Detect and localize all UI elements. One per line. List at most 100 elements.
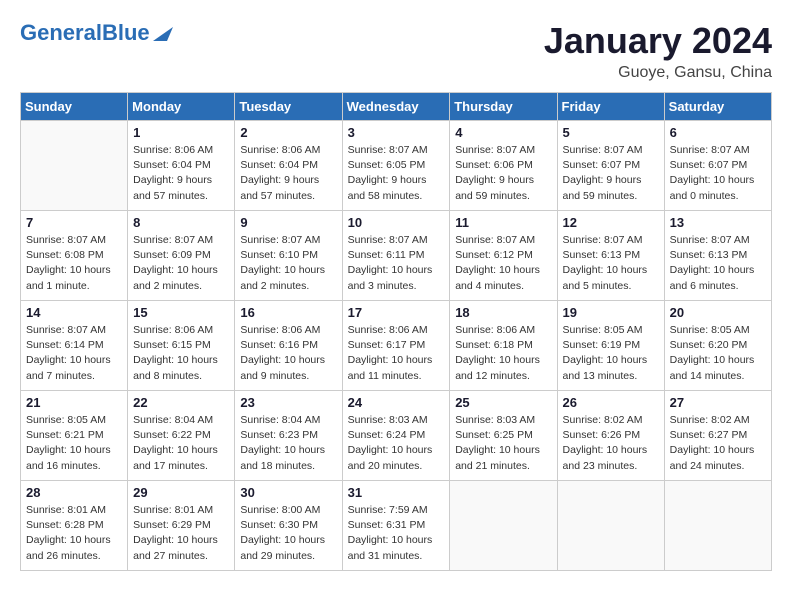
calendar-cell xyxy=(664,481,771,571)
calendar-cell: 31 Sunrise: 7:59 AM Sunset: 6:31 PM Dayli… xyxy=(342,481,450,571)
calendar-cell xyxy=(450,481,557,571)
day-number: 18 xyxy=(455,305,551,320)
column-header-tuesday: Tuesday xyxy=(235,93,342,121)
day-info: Sunrise: 7:59 AM Sunset: 6:31 PM Dayligh… xyxy=(348,503,445,564)
calendar-cell xyxy=(557,481,664,571)
day-info: Sunrise: 8:07 AM Sunset: 6:07 PM Dayligh… xyxy=(563,143,659,204)
day-info: Sunrise: 8:07 AM Sunset: 6:11 PM Dayligh… xyxy=(348,233,445,294)
day-info: Sunrise: 8:01 AM Sunset: 6:29 PM Dayligh… xyxy=(133,503,229,564)
day-info: Sunrise: 8:06 AM Sunset: 6:18 PM Dayligh… xyxy=(455,323,551,384)
calendar-cell: 11 Sunrise: 8:07 AM Sunset: 6:12 PM Dayli… xyxy=(450,211,557,301)
day-info: Sunrise: 8:07 AM Sunset: 6:08 PM Dayligh… xyxy=(26,233,122,294)
day-number: 29 xyxy=(133,485,229,500)
day-info: Sunrise: 8:05 AM Sunset: 6:21 PM Dayligh… xyxy=(26,413,122,474)
day-info: Sunrise: 8:02 AM Sunset: 6:26 PM Dayligh… xyxy=(563,413,659,474)
calendar-cell: 10Sunrise: 8:07 AM Sunset: 6:11 PM Dayli… xyxy=(342,211,450,301)
calendar-week-row: 1 Sunrise: 8:06 AM Sunset: 6:04 PM Daylig… xyxy=(21,121,772,211)
calendar-cell: 27 Sunrise: 8:02 AM Sunset: 6:27 PM Dayli… xyxy=(664,391,771,481)
day-number: 9 xyxy=(240,215,336,230)
day-number: 24 xyxy=(348,395,445,410)
day-number: 26 xyxy=(563,395,659,410)
calendar-week-row: 28 Sunrise: 8:01 AM Sunset: 6:28 PM Dayli… xyxy=(21,481,772,571)
day-info: Sunrise: 8:06 AM Sunset: 6:04 PM Dayligh… xyxy=(240,143,336,204)
day-info: Sunrise: 8:07 AM Sunset: 6:07 PM Dayligh… xyxy=(670,143,766,204)
calendar-cell: 12Sunrise: 8:07 AM Sunset: 6:13 PM Dayli… xyxy=(557,211,664,301)
day-number: 25 xyxy=(455,395,551,410)
calendar-week-row: 21 Sunrise: 8:05 AM Sunset: 6:21 PM Dayli… xyxy=(21,391,772,481)
column-header-saturday: Saturday xyxy=(664,93,771,121)
calendar-cell xyxy=(21,121,128,211)
calendar-cell: 7 Sunrise: 8:07 AM Sunset: 6:08 PM Daylig… xyxy=(21,211,128,301)
day-info: Sunrise: 8:05 AM Sunset: 6:20 PM Dayligh… xyxy=(670,323,766,384)
calendar-cell: 30 Sunrise: 8:00 AM Sunset: 6:30 PM Dayli… xyxy=(235,481,342,571)
day-number: 8 xyxy=(133,215,229,230)
day-info: Sunrise: 8:07 AM Sunset: 6:12 PM Dayligh… xyxy=(455,233,551,294)
calendar-cell: 18 Sunrise: 8:06 AM Sunset: 6:18 PM Dayli… xyxy=(450,301,557,391)
calendar-cell: 1 Sunrise: 8:06 AM Sunset: 6:04 PM Daylig… xyxy=(128,121,235,211)
day-info: Sunrise: 8:00 AM Sunset: 6:30 PM Dayligh… xyxy=(240,503,336,564)
day-number: 4 xyxy=(455,125,551,140)
calendar-cell: 8 Sunrise: 8:07 AM Sunset: 6:09 PM Daylig… xyxy=(128,211,235,301)
logo-bird-icon xyxy=(153,19,173,41)
day-number: 21 xyxy=(26,395,122,410)
calendar-week-row: 7 Sunrise: 8:07 AM Sunset: 6:08 PM Daylig… xyxy=(21,211,772,301)
calendar-cell: 6 Sunrise: 8:07 AM Sunset: 6:07 PM Daylig… xyxy=(664,121,771,211)
day-number: 23 xyxy=(240,395,336,410)
day-info: Sunrise: 8:07 AM Sunset: 6:10 PM Dayligh… xyxy=(240,233,336,294)
calendar-cell: 29 Sunrise: 8:01 AM Sunset: 6:29 PM Dayli… xyxy=(128,481,235,571)
day-info: Sunrise: 8:07 AM Sunset: 6:05 PM Dayligh… xyxy=(348,143,445,204)
day-info: Sunrise: 8:07 AM Sunset: 6:13 PM Dayligh… xyxy=(670,233,766,294)
day-info: Sunrise: 8:05 AM Sunset: 6:19 PM Dayligh… xyxy=(563,323,659,384)
day-info: Sunrise: 8:04 AM Sunset: 6:22 PM Dayligh… xyxy=(133,413,229,474)
column-header-sunday: Sunday xyxy=(21,93,128,121)
day-number: 27 xyxy=(670,395,766,410)
calendar-cell: 25 Sunrise: 8:03 AM Sunset: 6:25 PM Dayli… xyxy=(450,391,557,481)
day-info: Sunrise: 8:01 AM Sunset: 6:28 PM Dayligh… xyxy=(26,503,122,564)
calendar-cell: 9 Sunrise: 8:07 AM Sunset: 6:10 PM Daylig… xyxy=(235,211,342,301)
day-number: 13 xyxy=(670,215,766,230)
column-header-monday: Monday xyxy=(128,93,235,121)
calendar-cell: 3 Sunrise: 8:07 AM Sunset: 6:05 PM Daylig… xyxy=(342,121,450,211)
calendar-cell: 17 Sunrise: 8:06 AM Sunset: 6:17 PM Dayli… xyxy=(342,301,450,391)
day-info: Sunrise: 8:04 AM Sunset: 6:23 PM Dayligh… xyxy=(240,413,336,474)
logo-text: GeneralBlue xyxy=(20,20,150,46)
day-number: 2 xyxy=(240,125,336,140)
day-info: Sunrise: 8:06 AM Sunset: 6:16 PM Dayligh… xyxy=(240,323,336,384)
title-section: January 2024 Guoye, Gansu, China xyxy=(544,20,772,82)
calendar-cell: 21 Sunrise: 8:05 AM Sunset: 6:21 PM Dayli… xyxy=(21,391,128,481)
day-number: 17 xyxy=(348,305,445,320)
day-number: 30 xyxy=(240,485,336,500)
day-number: 15 xyxy=(133,305,229,320)
calendar-header-row: SundayMondayTuesdayWednesdayThursdayFrid… xyxy=(21,93,772,121)
day-info: Sunrise: 8:07 AM Sunset: 6:09 PM Dayligh… xyxy=(133,233,229,294)
day-number: 1 xyxy=(133,125,229,140)
day-info: Sunrise: 8:06 AM Sunset: 6:17 PM Dayligh… xyxy=(348,323,445,384)
calendar-cell: 15 Sunrise: 8:06 AM Sunset: 6:15 PM Dayli… xyxy=(128,301,235,391)
logo-text-general: General xyxy=(20,20,102,45)
page-header: GeneralBlue January 2024 Guoye, Gansu, C… xyxy=(20,20,772,82)
calendar-cell: 16Sunrise: 8:06 AM Sunset: 6:16 PM Dayli… xyxy=(235,301,342,391)
calendar-cell: 2 Sunrise: 8:06 AM Sunset: 6:04 PM Daylig… xyxy=(235,121,342,211)
day-number: 6 xyxy=(670,125,766,140)
calendar-cell: 5 Sunrise: 8:07 AM Sunset: 6:07 PM Daylig… xyxy=(557,121,664,211)
day-info: Sunrise: 8:06 AM Sunset: 6:15 PM Dayligh… xyxy=(133,323,229,384)
day-number: 5 xyxy=(563,125,659,140)
day-info: Sunrise: 8:03 AM Sunset: 6:25 PM Dayligh… xyxy=(455,413,551,474)
calendar-cell: 4Sunrise: 8:07 AM Sunset: 6:06 PM Daylig… xyxy=(450,121,557,211)
location: Guoye, Gansu, China xyxy=(544,64,772,82)
day-number: 11 xyxy=(455,215,551,230)
day-number: 28 xyxy=(26,485,122,500)
day-info: Sunrise: 8:03 AM Sunset: 6:24 PM Dayligh… xyxy=(348,413,445,474)
column-header-wednesday: Wednesday xyxy=(342,93,450,121)
day-info: Sunrise: 8:06 AM Sunset: 6:04 PM Dayligh… xyxy=(133,143,229,204)
calendar-cell: 24 Sunrise: 8:03 AM Sunset: 6:24 PM Dayli… xyxy=(342,391,450,481)
day-info: Sunrise: 8:02 AM Sunset: 6:27 PM Dayligh… xyxy=(670,413,766,474)
day-number: 19 xyxy=(563,305,659,320)
day-number: 22 xyxy=(133,395,229,410)
day-number: 7 xyxy=(26,215,122,230)
calendar-cell: 28 Sunrise: 8:01 AM Sunset: 6:28 PM Dayli… xyxy=(21,481,128,571)
calendar-cell: 23 Sunrise: 8:04 AM Sunset: 6:23 PM Dayli… xyxy=(235,391,342,481)
column-header-friday: Friday xyxy=(557,93,664,121)
day-number: 31 xyxy=(348,485,445,500)
day-number: 3 xyxy=(348,125,445,140)
